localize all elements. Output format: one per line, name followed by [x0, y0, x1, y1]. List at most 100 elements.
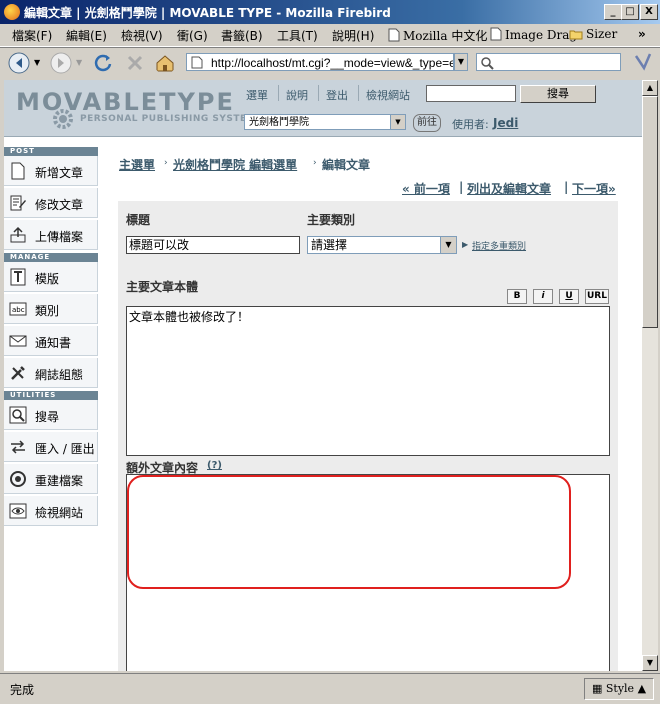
breadcrumb-main-menu[interactable]: 主選單 [119, 156, 155, 173]
sidebar-section-manage: MANAGE [4, 253, 98, 262]
list-entries-link[interactable]: 列出及編輯文章 [467, 180, 551, 197]
italic-button[interactable]: i [533, 289, 553, 304]
blog-select[interactable]: 光劍格鬥學院 ▼ [244, 114, 406, 130]
style-icon: ▦ [591, 682, 603, 695]
back-arrow-icon[interactable] [8, 52, 30, 74]
scroll-down-button[interactable]: ▼ [642, 655, 658, 671]
help-link[interactable]: (?) [207, 460, 222, 471]
window-title: 編輯文章 | 光劍格鬥學院 | MOVABLE TYPE - Mozilla F… [24, 6, 391, 20]
pagination-divider: | [564, 180, 569, 194]
tools-icon [11, 366, 25, 380]
url-button[interactable]: URL [585, 289, 609, 304]
menu-view[interactable]: 檢視(V) [121, 27, 163, 44]
sidebar-item-categories[interactable]: abc 類別 [4, 294, 98, 324]
assign-multiple-categories-link[interactable]: 指定多重類別 [472, 239, 526, 252]
bookmark-mozilla-chinese[interactable]: Mozilla 中文化 [388, 27, 487, 44]
bold-button[interactable]: B [507, 289, 527, 304]
menu-tools[interactable]: 工具(T) [277, 27, 318, 44]
underline-button[interactable]: U [559, 289, 579, 304]
url-history-dropdown[interactable]: ▼ [454, 53, 468, 71]
page-icon [388, 28, 400, 42]
triangle-up-icon: ▲ [637, 682, 647, 695]
edit-document-icon [10, 195, 26, 211]
scroll-thumb[interactable] [642, 96, 658, 328]
category-label: 主要類別 [307, 213, 356, 227]
eye-icon [9, 503, 27, 519]
page-icon [490, 27, 502, 41]
back-dropdown-icon[interactable]: ▼ [34, 58, 40, 67]
title-label: 標題 [126, 213, 151, 227]
nav-logout[interactable]: 登出 [326, 87, 348, 103]
stop-icon[interactable] [124, 52, 146, 74]
breadcrumb-blog-menu[interactable]: 光劍格鬥學院 編輯選單 [173, 156, 297, 173]
bookmark-sizer[interactable]: Sizer [569, 27, 617, 41]
sidebar-item-view-site[interactable]: 檢視網站 [4, 496, 98, 526]
close-button[interactable]: X [640, 4, 658, 20]
nav-divider [278, 85, 279, 101]
status-text: 完成 [10, 683, 35, 697]
sidebar-item-blog-config[interactable]: 網誌組態 [4, 358, 98, 388]
template-icon [10, 268, 26, 286]
firebird-icon [4, 4, 20, 20]
pagination-divider: | [459, 180, 464, 194]
category-select[interactable]: 請選擇 ▼ [307, 236, 457, 254]
maximize-button[interactable]: □ [621, 4, 639, 20]
header-search-button[interactable]: 搜尋 [520, 85, 596, 103]
body-textarea[interactable]: 文章本體也被修改了！ [126, 306, 610, 456]
scroll-up-button[interactable]: ▲ [642, 80, 658, 96]
status-bar: 完成 ▦ Style ▲ [0, 673, 660, 704]
toolbar-search-input[interactable] [476, 53, 621, 71]
page-icon [191, 56, 203, 69]
forward-arrow-icon[interactable] [50, 52, 72, 74]
reload-icon[interactable] [92, 52, 114, 74]
next-entry-link[interactable]: 下一項» [572, 180, 616, 197]
sidebar-section-post: POST [4, 147, 98, 156]
triangle-right-icon: ▶ [462, 240, 469, 249]
nav-help[interactable]: 說明 [286, 87, 308, 103]
breadcrumb-separator: › [164, 158, 168, 168]
chevron-down-icon: ▼ [390, 115, 405, 129]
minimize-button[interactable]: _ [604, 4, 622, 20]
header-search-input[interactable] [426, 85, 516, 102]
menu-file[interactable]: 檔案(F) [12, 27, 52, 44]
home-icon[interactable] [154, 52, 176, 74]
menu-help[interactable]: 說明(H) [332, 27, 374, 44]
menu-edit[interactable]: 編輯(E) [66, 27, 107, 44]
mt-header: MOVABLETYPE PERSONAL PUBLISHING SYSTEM 選… [4, 80, 642, 137]
upload-icon [10, 226, 26, 243]
sidebar-item-import-export[interactable]: 匯入 / 匯出 [4, 432, 98, 462]
movabletype-logo: MOVABLETYPE [16, 88, 235, 116]
user-label: 使用者: [452, 118, 489, 131]
sidebar-item-upload[interactable]: 上傳檔案 [4, 220, 98, 250]
sidebar-item-notifications[interactable]: 通知書 [4, 326, 98, 356]
breadcrumb-separator: › [313, 158, 317, 168]
menu-go[interactable]: 衝(G) [177, 27, 208, 44]
sidebar-item-new-entry[interactable]: 新增文章 [4, 156, 98, 186]
magnifier-icon [9, 406, 27, 424]
sidebar-item-rebuild[interactable]: 重建檔案 [4, 464, 98, 494]
user-name-link[interactable]: Jedi [493, 116, 518, 130]
folder-icon [569, 30, 583, 40]
forward-dropdown-icon[interactable]: ▼ [76, 58, 82, 67]
sidebar-section-utilities: UTILITIES [4, 391, 98, 400]
sidebar-item-search[interactable]: 搜尋 [4, 400, 98, 430]
title-input[interactable]: 標題可以改 [126, 236, 300, 254]
bookmarks-overflow-chevron[interactable]: » [638, 27, 646, 41]
url-input[interactable]: http://localhost/mt.cgi?__mode=view&_typ… [186, 53, 454, 71]
menu-bookmarks[interactable]: 書籤(B) [221, 27, 263, 44]
window-title-bar: 編輯文章 | 光劍格鬥學院 | MOVABLE TYPE - Mozilla F… [0, 0, 660, 24]
previous-entry-link[interactable]: « 前一項 [402, 180, 450, 197]
nav-menu[interactable]: 選單 [246, 87, 268, 103]
sidebar-item-templates[interactable]: 模版 [4, 262, 98, 292]
menu-bar: 檔案(F) 編輯(E) 檢視(V) 衝(G) 書籤(B) 工具(T) 說明(H)… [0, 24, 660, 47]
chevron-down-icon: ▼ [440, 237, 456, 253]
sidebar-item-edit-entry[interactable]: 修改文章 [4, 188, 98, 218]
style-switcher[interactable]: ▦ Style ▲ [584, 678, 654, 700]
envelope-icon [9, 335, 27, 347]
bookmark-image-drag[interactable]: Image Drag [490, 27, 577, 42]
go-button[interactable]: 前往 [413, 114, 441, 132]
page-content: MOVABLETYPE PERSONAL PUBLISHING SYSTEM 選… [4, 80, 642, 671]
vertical-scrollbar[interactable]: ▲ ▼ [642, 80, 658, 671]
nav-view-site[interactable]: 檢視網站 [366, 87, 410, 103]
category-icon: abc [9, 302, 27, 316]
